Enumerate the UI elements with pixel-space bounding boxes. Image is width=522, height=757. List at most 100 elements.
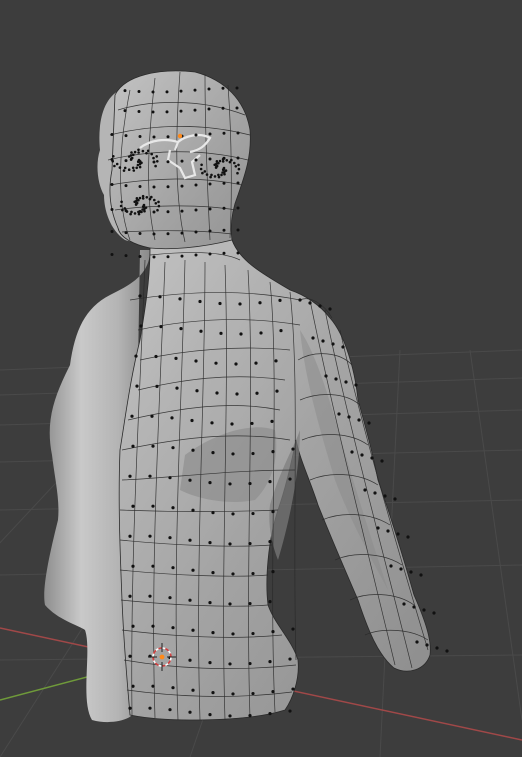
mesh-vertex — [357, 418, 361, 422]
mesh-vertex — [207, 107, 211, 111]
mesh-vertex — [239, 332, 243, 336]
mesh-vertex — [134, 354, 138, 358]
mesh-vertex — [199, 167, 203, 171]
mesh-vertex — [234, 362, 238, 366]
mesh-vertex — [237, 167, 241, 171]
mesh-vertex — [268, 540, 272, 544]
mesh-vertex — [220, 173, 223, 177]
viewport-canvas[interactable] — [0, 0, 522, 757]
mesh-vertex — [409, 570, 413, 574]
mesh-vertex — [200, 163, 203, 167]
mesh-vertex — [208, 182, 212, 186]
mesh-vertex — [425, 643, 429, 647]
mesh-vertex — [402, 602, 406, 606]
mesh-vertex — [235, 392, 239, 396]
mesh-vertex — [168, 536, 172, 540]
mesh-vertex — [350, 450, 354, 454]
mesh-vertex — [166, 232, 170, 236]
mesh-vertex — [158, 295, 162, 299]
mesh-vertex — [318, 304, 322, 308]
mesh-vertex — [148, 534, 152, 538]
mesh-vertex — [367, 421, 371, 425]
mesh-vertex — [222, 131, 226, 135]
origin-marker[interactable] — [177, 133, 183, 139]
mesh-vertex — [135, 201, 139, 205]
mesh-vertex — [137, 109, 141, 113]
mesh-vertex — [199, 329, 203, 333]
mesh-vertex — [137, 210, 140, 214]
mesh-vertex — [217, 161, 220, 165]
mesh-vertex — [399, 567, 403, 571]
mesh-vertex — [131, 504, 135, 508]
mesh-vertex — [128, 594, 132, 598]
mesh-vertex — [151, 624, 155, 628]
mesh-vertex — [251, 451, 255, 456]
mesh-vertex — [341, 345, 345, 349]
mesh-vertex — [132, 169, 136, 172]
mesh-vertex — [141, 197, 145, 200]
mesh-vertex — [208, 157, 212, 161]
mesh-vertex — [137, 198, 140, 202]
mesh-vertex — [154, 202, 158, 205]
mesh-vertex — [128, 534, 132, 538]
mesh-vertex — [211, 691, 215, 695]
mesh-vertex — [136, 160, 140, 163]
mesh-vertex — [151, 110, 155, 114]
mesh-vertex — [128, 654, 132, 658]
mesh-vertex — [175, 386, 179, 390]
mesh-vertex — [136, 163, 140, 167]
mesh-vertex — [188, 658, 192, 662]
mesh-vertex — [308, 301, 312, 305]
mesh-vertex — [236, 131, 240, 135]
mesh-vertex — [141, 149, 145, 153]
mesh-vertex — [268, 600, 272, 604]
mesh-vertex — [168, 476, 172, 480]
mesh-vertex — [238, 302, 242, 306]
mesh-vertex — [236, 206, 240, 210]
mesh-vertex — [236, 251, 240, 255]
mesh-vertex — [274, 359, 278, 363]
object-origin-dot[interactable] — [177, 133, 183, 139]
mesh-vertex — [118, 166, 122, 169]
mesh-vertex — [195, 389, 199, 393]
mesh-vertex — [208, 132, 212, 136]
mesh-vertex — [248, 481, 252, 486]
mesh-vertex — [219, 331, 223, 335]
mesh-vertex — [110, 183, 114, 187]
3d-viewport[interactable] — [0, 0, 522, 757]
mesh-vertex — [130, 414, 134, 418]
mesh-vertex — [113, 164, 116, 168]
mesh-vertex — [191, 568, 195, 572]
mesh-vertex — [180, 184, 184, 188]
mesh-vertex — [393, 497, 397, 501]
mesh-vertex — [150, 414, 154, 418]
mesh-vertex — [128, 706, 132, 710]
mesh-vertex — [222, 181, 226, 185]
mesh-vertex — [180, 159, 184, 163]
mesh-vertex — [151, 684, 155, 688]
mesh-vertex — [141, 205, 145, 208]
mesh-vertex — [171, 626, 175, 630]
mesh-vertex — [133, 150, 137, 154]
mesh-vertex — [137, 151, 140, 154]
mesh-vertex — [271, 630, 275, 634]
mesh-vertex — [251, 511, 255, 516]
mesh-vertex — [208, 481, 212, 485]
mesh-vertex — [191, 508, 195, 512]
mesh-vertex — [237, 163, 240, 167]
mesh-vertex — [251, 691, 255, 696]
mesh-vertex — [154, 354, 158, 359]
mesh-vertex — [151, 444, 155, 448]
mesh-vertex — [412, 605, 416, 609]
mesh-vertex — [168, 708, 172, 712]
mesh-vertex — [331, 342, 335, 346]
mesh-vertex — [137, 89, 141, 93]
mesh-vertex — [198, 299, 202, 304]
mesh-vertex — [396, 532, 400, 536]
mesh-vertex — [131, 444, 135, 448]
mesh-vertex — [201, 171, 204, 175]
mesh-vertex — [166, 210, 170, 214]
mesh-vertex — [380, 459, 384, 463]
mesh-vertex — [268, 712, 272, 716]
mesh-vertex — [179, 327, 183, 331]
